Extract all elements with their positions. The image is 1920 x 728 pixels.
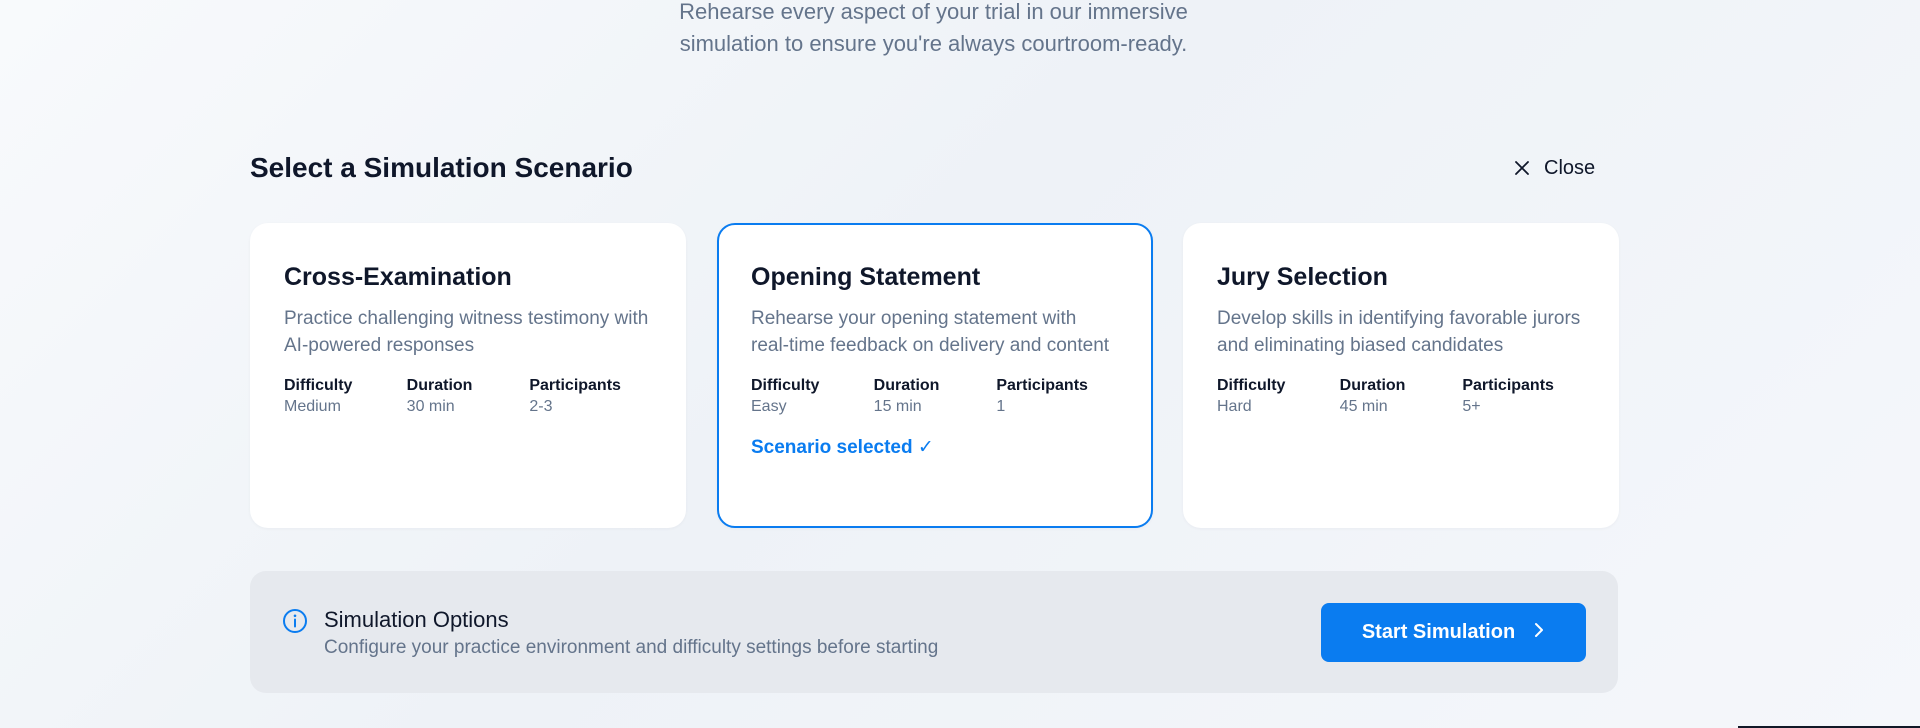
stat-value: 2-3: [529, 398, 553, 415]
stat-value: Medium: [284, 398, 341, 415]
stat-label: Difficulty: [1217, 377, 1286, 394]
stat-label: Duration: [1339, 377, 1406, 394]
stat-value: 1: [996, 398, 1006, 415]
options-description: Configure your practice environment and …: [324, 637, 939, 658]
scenario-card-opening-statement[interactable]: Opening Statement Rehearse your opening …: [717, 223, 1153, 528]
scenario-card-cross-examination[interactable]: Cross-Examination Practice challenging w…: [250, 223, 686, 528]
stat-duration: Duration 15 min: [874, 375, 997, 418]
close-button[interactable]: Close: [1510, 150, 1599, 186]
stat-label: Duration: [873, 377, 940, 394]
stat-duration: Duration 45 min: [1340, 375, 1463, 418]
stat-value: Easy: [751, 398, 787, 415]
start-simulation-button[interactable]: Start Simulation: [1321, 603, 1586, 662]
scenario-stats: Difficulty Medium Duration 30 min Partic…: [284, 375, 652, 418]
scenario-title: Cross-Examination: [284, 263, 512, 291]
scenario-description: Develop skills in identifying favorable …: [1217, 308, 1581, 356]
stat-participants: Participants 2-3: [529, 375, 652, 418]
stat-participants: Participants 5+: [1462, 375, 1585, 418]
simulation-options-panel: Simulation Options Configure your practi…: [250, 571, 1618, 693]
scenario-card-jury-selection[interactable]: Jury Selection Develop skills in identif…: [1183, 223, 1619, 528]
chevron-right-icon: [1533, 621, 1545, 644]
scenario-stats: Difficulty Hard Duration 45 min Particip…: [1217, 375, 1585, 418]
scenario-title: Opening Statement: [751, 263, 981, 291]
scenario-stats: Difficulty Easy Duration 15 min Particip…: [751, 375, 1119, 418]
stat-label: Difficulty: [751, 377, 820, 394]
scenario-selected-indicator: Scenario selected ✓: [751, 437, 934, 458]
stat-difficulty: Difficulty Medium: [284, 375, 407, 418]
stat-label: Participants: [1462, 377, 1554, 394]
stat-duration: Duration 30 min: [407, 375, 530, 418]
start-simulation-label: Start Simulation: [1361, 621, 1516, 643]
close-label: Close: [1544, 156, 1596, 179]
stat-label: Difficulty: [284, 377, 353, 394]
intro-line-1: Rehearse every aspect of your trial in o…: [679, 0, 1188, 24]
info-icon: [282, 608, 308, 639]
stat-value: 5+: [1462, 398, 1481, 415]
scenario-description: Rehearse your opening statement with rea…: [751, 308, 1110, 356]
intro-text: Rehearse every aspect of your trial in o…: [0, 0, 1867, 60]
stat-label: Duration: [406, 377, 473, 394]
stat-difficulty: Difficulty Easy: [751, 375, 874, 418]
scenario-description: Practice challenging witness testimony w…: [284, 308, 649, 356]
stat-value: 30 min: [406, 398, 455, 415]
stat-difficulty: Difficulty Hard: [1217, 375, 1340, 418]
scenario-title: Jury Selection: [1217, 263, 1388, 291]
stat-label: Participants: [996, 377, 1088, 394]
stat-value: 45 min: [1339, 398, 1388, 415]
stat-value: Hard: [1217, 398, 1252, 415]
stat-participants: Participants 1: [996, 375, 1119, 418]
close-icon: [1514, 160, 1530, 176]
stat-label: Participants: [529, 377, 621, 394]
stat-value: 15 min: [873, 398, 922, 415]
section-title: Select a Simulation Scenario: [250, 152, 633, 183]
intro-line-2: simulation to ensure you're always court…: [679, 31, 1188, 56]
options-title: Simulation Options: [324, 607, 509, 632]
